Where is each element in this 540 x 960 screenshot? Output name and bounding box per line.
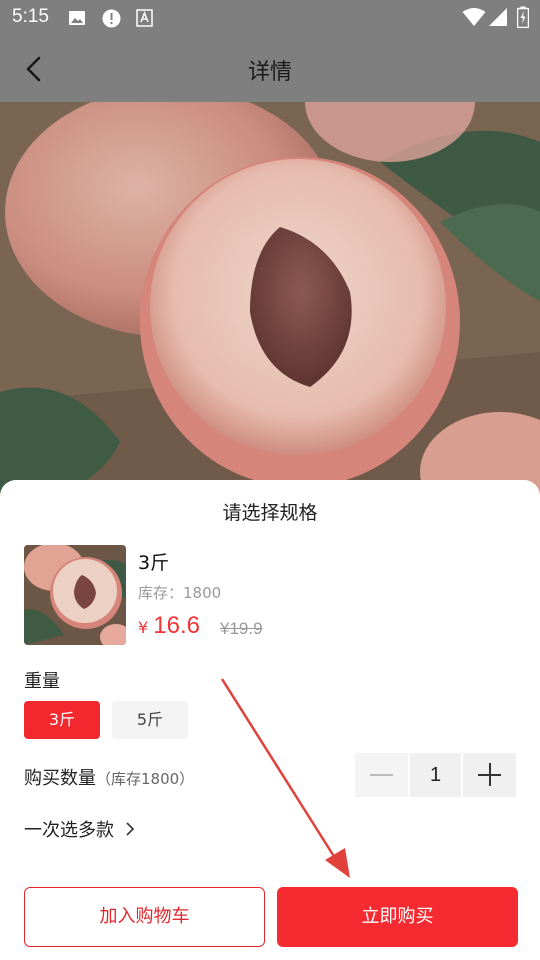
- spec-sheet: 请选择规格 3斤 库存：1800 ¥ 16.6 ¥19.9 重量 3斤 5斤 购…: [0, 480, 540, 960]
- plus-icon-vertical: [488, 763, 491, 786]
- weight-option-3jin[interactable]: 3斤: [24, 701, 100, 739]
- status-time: 5:15: [12, 6, 49, 27]
- original-price: ¥19.9: [220, 619, 263, 638]
- quantity-label-text: 购买数量: [24, 768, 96, 789]
- font-icon: [136, 9, 153, 27]
- sheet-title: 请选择规格: [222, 502, 318, 524]
- quantity-value[interactable]: 1: [410, 753, 461, 797]
- current-price: ¥ 16.6: [138, 612, 200, 640]
- signal-icon: [489, 8, 507, 26]
- battery-icon: [517, 6, 529, 28]
- selected-spec-name: 3斤: [138, 552, 170, 574]
- page-title: 详情: [247, 60, 292, 85]
- quantity-label: 购买数量（库存1800）: [24, 764, 194, 790]
- status-bar: 5:15: [0, 0, 540, 36]
- multi-select-link[interactable]: 一次选多款: [24, 816, 136, 842]
- product-thumbnail: [24, 545, 126, 645]
- product-image: [0, 102, 540, 502]
- quantity-stepper: 1: [355, 753, 518, 797]
- nav-bar: 详情: [0, 36, 540, 102]
- price-value: 16.6: [153, 612, 200, 639]
- quantity-stock-hint: （库存1800）: [96, 770, 195, 788]
- stock-text: 库存：1800: [138, 584, 222, 602]
- add-to-cart-button[interactable]: 加入购物车: [24, 887, 265, 947]
- alert-icon: [102, 9, 121, 28]
- decrease-button[interactable]: [355, 753, 408, 797]
- weight-option-5jin[interactable]: 5斤: [112, 701, 188, 739]
- image-icon: [69, 11, 85, 25]
- chevron-right-icon: [126, 822, 135, 836]
- buy-now-button[interactable]: 立即购买: [277, 887, 518, 947]
- currency-symbol: ¥: [138, 618, 149, 637]
- minus-icon: [370, 774, 393, 776]
- weight-label: 重量: [24, 671, 60, 692]
- wifi-icon: [462, 8, 486, 26]
- increase-button[interactable]: [463, 753, 516, 797]
- multi-select-label: 一次选多款: [24, 820, 114, 841]
